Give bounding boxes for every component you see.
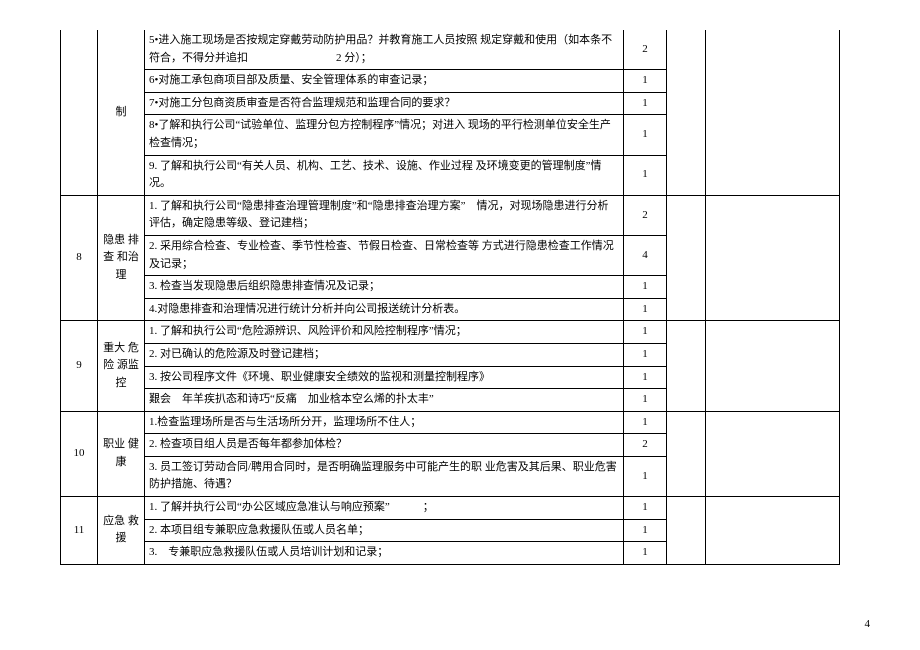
item-text: 6•对施工承包商项目部及质量、安全管理体系的审查记录；	[145, 70, 624, 93]
item-text: 1. 了解并执行公司“办公区域应急准认与响应预案” ；	[145, 497, 624, 520]
main-table: 制 5•进入施工现场是否按规定穿戴劳动防护用品？并教育施工人员按照 规定穿戴和使…	[60, 30, 840, 565]
item-score: 4	[624, 235, 667, 275]
item-score: 1	[624, 321, 667, 344]
row-category: 应急 救援	[98, 497, 145, 565]
remark-cell	[706, 195, 840, 321]
item-text: 1. 了解和执行公司“隐患排查治理管理制度”和“隐患排查治理方案” 情况，对现场…	[145, 195, 624, 235]
row-index	[61, 30, 98, 195]
item-text: 艱会 年羊疾扒态和诗巧“反痛 加业梒本空么烯的扑太丰”	[145, 389, 624, 412]
item-text: 3. 按公司程序文件《环境、职业健康安全绩效的监视和测量控制程序》	[145, 366, 624, 389]
item-text: 7•对施工分包商资质审查是否符合监理规范和监理合同的要求？	[145, 92, 624, 115]
item-score: 1	[624, 542, 667, 565]
item-score: 1	[624, 155, 667, 195]
item-score: 1	[624, 276, 667, 299]
item-score: 1	[624, 411, 667, 434]
item-text: 1. 了解和执行公司“危险源辨识、风险评价和风险控制程序”情况；	[145, 321, 624, 344]
item-text: 5•进入施工现场是否按规定穿戴劳动防护用品？并教育施工人员按照 规定穿戴和使用（…	[145, 30, 624, 70]
item-score: 1	[624, 519, 667, 542]
remark-cell	[706, 497, 840, 565]
item-text: 4.对隐患排查和治理情况进行统计分析并向公司报送统计分析表。	[145, 298, 624, 321]
row-category: 职业 健康	[98, 411, 145, 496]
item-text: 2. 采用综合检查、专业检查、季节性检查、节假日检查、日常检查等 方式进行隐患检…	[145, 235, 624, 275]
item-text: 3. 专兼职应急救援队伍或人员培训计划和记录；	[145, 542, 624, 565]
item-score: 1	[624, 115, 667, 155]
remark-cell	[706, 30, 840, 195]
item-text: 3. 员工签订劳动合同/聘用合同时，是否明确监理服务中可能产生的职 业危害及其后…	[145, 456, 624, 496]
assessment-table: 制 5•进入施工现场是否按规定穿戴劳动防护用品？并教育施工人员按照 规定穿戴和使…	[60, 30, 840, 565]
row-index: 8	[61, 195, 98, 321]
item-text: 3. 检查当发现隐患后组织隐患排查情况及记录；	[145, 276, 624, 299]
item-score: 2	[624, 30, 667, 70]
row-category: 制	[98, 30, 145, 195]
item-score: 1	[624, 456, 667, 496]
remark-cell	[667, 30, 706, 195]
remark-cell	[667, 321, 706, 411]
item-score: 2	[624, 434, 667, 457]
page-number: 4	[865, 618, 871, 630]
item-text: 9. 了解和执行公司“有关人员、机构、工艺、技术、设施、作业过程 及环境变更的管…	[145, 155, 624, 195]
row-index: 10	[61, 411, 98, 496]
remark-cell	[667, 195, 706, 321]
remark-cell	[706, 321, 840, 411]
row-category: 隐患 排查 和治理	[98, 195, 145, 321]
item-score: 1	[624, 366, 667, 389]
item-score: 1	[624, 70, 667, 93]
item-score: 1	[624, 92, 667, 115]
row-index: 11	[61, 497, 98, 565]
item-text: 1.检查监理场所是否与生活场所分开，监理场所不住人；	[145, 411, 624, 434]
item-score: 1	[624, 497, 667, 520]
row-index: 9	[61, 321, 98, 411]
item-text: 2. 对已确认的危险源及时登记建档；	[145, 343, 624, 366]
row-category: 重大 危险 源监控	[98, 321, 145, 411]
remark-cell	[706, 411, 840, 496]
remark-cell	[667, 497, 706, 565]
item-score: 1	[624, 343, 667, 366]
remark-cell	[667, 411, 706, 496]
item-text: 8•了解和执行公司“试验单位、监理分包方控制程序”情况；对进入 现场的平行检测单…	[145, 115, 624, 155]
item-score: 2	[624, 195, 667, 235]
item-text: 2. 本项目组专兼职应急救援队伍或人员名单；	[145, 519, 624, 542]
item-score: 1	[624, 298, 667, 321]
item-text: 2. 检查项目组人员是否每年都参加体检？	[145, 434, 624, 457]
item-score: 1	[624, 389, 667, 412]
